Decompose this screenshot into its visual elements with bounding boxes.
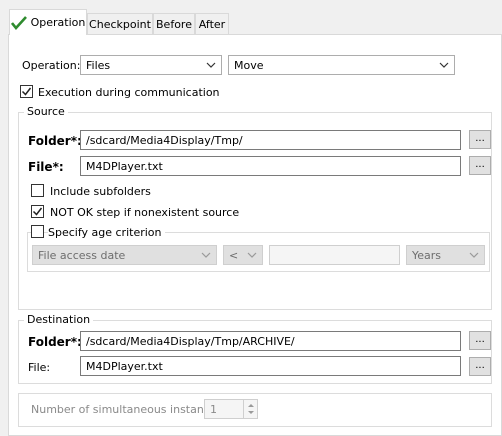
source-folder-value: /sdcard/Media4Display/Tmp/ [86, 133, 243, 147]
age-date-type-select[interactable]: File access date [32, 245, 217, 265]
destination-file-value: M4DPlayer.txt [86, 359, 163, 373]
instances-spinbox[interactable]: 1 [204, 399, 258, 419]
instances-value: 1 [210, 402, 217, 416]
execution-during-communication-checkbox[interactable] [20, 85, 33, 98]
operation-type-value: Files [86, 58, 111, 72]
chevron-down-icon [439, 62, 449, 68]
source-file-input[interactable]: M4DPlayer.txt [80, 156, 461, 176]
source-legend: Source [24, 105, 68, 118]
age-comparator-select[interactable]: < [223, 245, 263, 265]
source-file-browse-label: ... [475, 159, 485, 170]
destination-folder-browse-label: ... [475, 334, 485, 345]
age-unit-value: Years [412, 248, 442, 262]
age-amount-input[interactable] [269, 245, 400, 265]
source-folder-browse-button[interactable]: ... [469, 130, 491, 149]
tab-after[interactable]: After [195, 13, 229, 34]
destination-legend: Destination [24, 313, 94, 326]
operation-label: Operation: [22, 59, 81, 72]
age-comparator-value: < [229, 248, 239, 262]
include-subfolders-label: Include subfolders [50, 185, 151, 198]
checkmark-icon [32, 207, 43, 216]
destination-folder-browse-button[interactable]: ... [469, 331, 491, 350]
spinner-icon [248, 404, 254, 414]
include-subfolders-checkbox[interactable] [31, 184, 44, 197]
age-date-type-value: File access date [38, 248, 126, 262]
not-ok-nonexistent-checkbox[interactable] [31, 205, 44, 218]
chevron-down-icon [247, 252, 257, 258]
chevron-down-icon [469, 252, 479, 258]
source-folder-input[interactable]: /sdcard/Media4Display/Tmp/ [80, 130, 461, 150]
destination-file-browse-label: ... [475, 360, 485, 371]
destination-file-label: File: [28, 361, 51, 374]
age-criterion-label: Specify age criterion [48, 226, 165, 239]
operation-action-value: Move [234, 58, 264, 72]
destination-file-browse-button[interactable]: ... [469, 357, 491, 376]
checkmark-icon [10, 15, 27, 30]
spinner-arrows[interactable] [243, 400, 257, 418]
tab-checkpoint-label: Checkpoint [89, 17, 151, 31]
tab-operation[interactable]: Operation [9, 9, 87, 35]
destination-folder-value: /sdcard/Media4Display/Tmp/ARCHIVE/ [86, 334, 295, 348]
operation-action-select[interactable]: Move [228, 55, 455, 75]
source-file-browse-button[interactable]: ... [469, 156, 491, 175]
tab-before-label: Before [156, 17, 192, 31]
source-folder-label: Folder*: [28, 134, 82, 148]
tab-checkpoint[interactable]: Checkpoint [87, 13, 153, 34]
instances-label: Number of simultaneous instances: [31, 403, 227, 416]
chevron-down-icon [206, 62, 216, 68]
tab-operation-label: Operation [30, 16, 86, 29]
age-criterion-checkbox[interactable] [31, 225, 44, 238]
source-file-value: M4DPlayer.txt [86, 159, 163, 173]
operation-type-select[interactable]: Files [80, 55, 222, 75]
age-unit-select[interactable]: Years [406, 245, 485, 265]
source-folder-browse-label: ... [475, 133, 485, 144]
execution-during-communication-label: Execution during communication [38, 86, 220, 99]
chevron-down-icon [201, 252, 211, 258]
tab-after-label: After [198, 17, 226, 31]
checkmark-icon [21, 87, 32, 96]
destination-folder-input[interactable]: /sdcard/Media4Display/Tmp/ARCHIVE/ [80, 331, 461, 351]
tab-before[interactable]: Before [153, 13, 195, 34]
destination-file-input[interactable]: M4DPlayer.txt [80, 356, 461, 376]
not-ok-nonexistent-label: NOT OK step if nonexistent source [50, 206, 240, 219]
source-file-label: File*: [28, 160, 64, 174]
destination-folder-label: Folder*: [28, 335, 82, 349]
